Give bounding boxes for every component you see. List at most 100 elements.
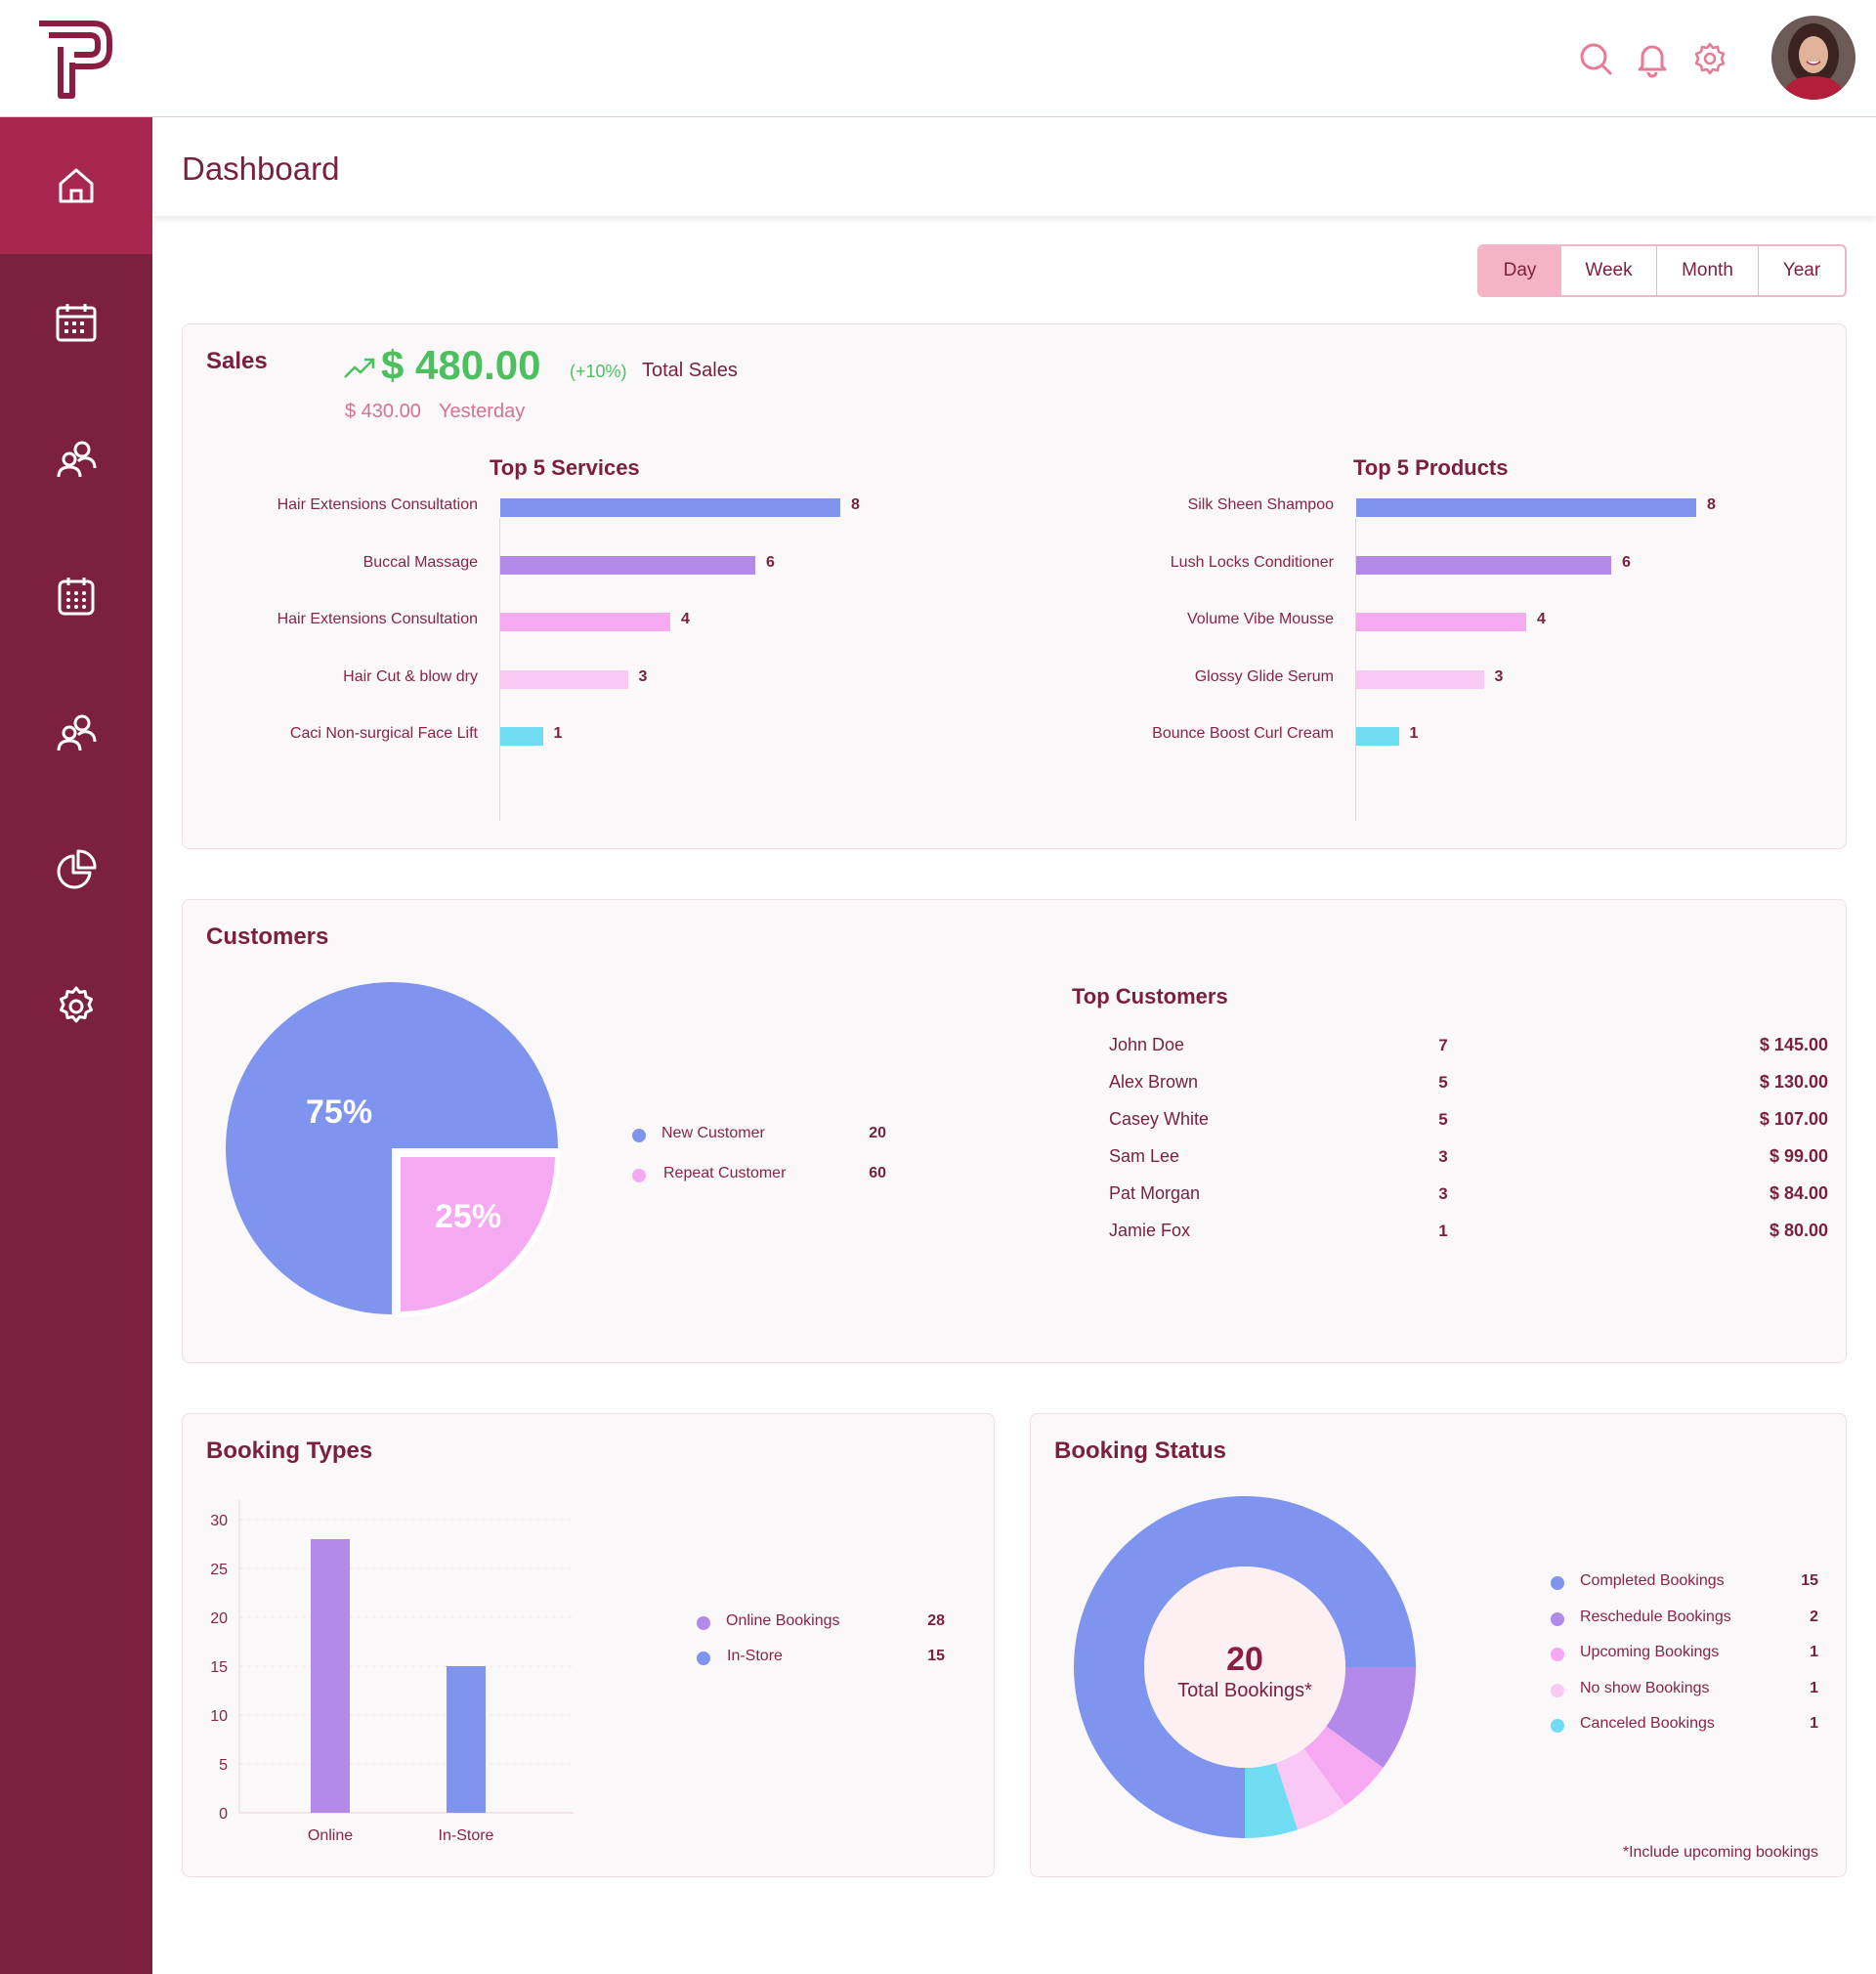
- y-tick-label: 20: [210, 1610, 228, 1627]
- customer-name: Alex Brown: [1109, 1072, 1199, 1092]
- y-tick-label: 5: [219, 1757, 228, 1774]
- legend-dot-instore: [697, 1652, 710, 1665]
- avatar[interactable]: [1771, 16, 1855, 100]
- tab-day[interactable]: Day: [1479, 246, 1561, 295]
- users-icon: [57, 714, 97, 751]
- legend-dot: [1551, 1576, 1564, 1590]
- booking-types-bar-chart: 0 5 10 15 20 25 30 Online In-Store: [210, 1500, 574, 1844]
- title-bar: Dashboard: [152, 117, 1876, 216]
- booking-type-bar: [311, 1539, 350, 1813]
- logo-icon[interactable]: [35, 20, 113, 100]
- customer-name: Sam Lee: [1109, 1146, 1180, 1166]
- y-tick-label: 30: [210, 1513, 228, 1529]
- y-tick-label: 25: [210, 1562, 228, 1578]
- legend-online-bookings: Online Bookings: [726, 1612, 840, 1629]
- customer-amount: $ 80.00: [1769, 1221, 1828, 1240]
- y-tick-label: 0: [219, 1806, 228, 1823]
- legend-dot: [1551, 1683, 1564, 1697]
- legend-status-label: Upcoming Bookings: [1580, 1644, 1720, 1660]
- product-bar-label: Lush Locks Conditioner: [1170, 553, 1334, 571]
- search-icon[interactable]: [1576, 39, 1615, 78]
- legend-status-value: 2: [1810, 1608, 1818, 1625]
- legend-status-value: 1: [1810, 1679, 1818, 1696]
- gear-icon: [60, 986, 93, 1023]
- legend-status-value: 15: [1801, 1572, 1818, 1589]
- customer-amount: $ 145.00: [1759, 1035, 1828, 1054]
- gear-icon[interactable]: [1690, 39, 1729, 78]
- customer-count: 3: [1438, 1184, 1448, 1203]
- customer-amount: $ 84.00: [1769, 1183, 1828, 1203]
- x-tick-label: In-Store: [439, 1827, 494, 1844]
- calendar-grid-icon: [58, 578, 95, 616]
- product-bar-value: 8: [1707, 496, 1716, 513]
- customer-count: 1: [1438, 1222, 1448, 1240]
- legend-instore: In-Store: [727, 1648, 783, 1664]
- pie-chart-icon: [57, 849, 97, 889]
- product-bar-value: 3: [1494, 667, 1504, 685]
- product-bar: [1356, 669, 1484, 689]
- sales-card: Sales $ 480.00 (+10%) Total Sales $ 430.…: [182, 323, 1847, 849]
- sidebar-item-bookings[interactable]: [0, 528, 152, 665]
- products-bar-chart: Silk Sheen Shampoo 8 Lush Locks Conditione…: [183, 324, 1848, 850]
- customer-count: 5: [1438, 1073, 1448, 1092]
- date-range-tabs: Day Week Month Year: [1477, 244, 1847, 297]
- product-bar: [1356, 727, 1399, 746]
- home-icon: [59, 168, 94, 203]
- product-bar-label: Silk Sheen Shampoo: [1187, 496, 1334, 513]
- top-bar: [0, 0, 1876, 117]
- y-tick-label: 10: [210, 1708, 228, 1725]
- page-title: Dashboard: [182, 150, 340, 187]
- product-bar-label: Volume Vibe Mousse: [1186, 611, 1334, 627]
- main-content: Dashboard Day Week Month Year Sales $ 48…: [152, 117, 1876, 1974]
- product-bar-value: 1: [1409, 725, 1419, 742]
- sidebar: [0, 117, 152, 1974]
- legend-dot-online: [697, 1616, 710, 1630]
- customer-count: 3: [1438, 1147, 1448, 1166]
- legend-status-value: 1: [1810, 1715, 1818, 1732]
- bell-icon[interactable]: [1633, 39, 1672, 78]
- booking-status-card: Booking Status 20 Total Bookings* Comple…: [1030, 1413, 1847, 1877]
- product-bar: [1356, 613, 1526, 631]
- customer-name: Pat Morgan: [1109, 1183, 1201, 1203]
- x-tick-label: Online: [308, 1827, 353, 1844]
- customer-name: John Doe: [1109, 1035, 1185, 1054]
- legend-status-label: Canceled Bookings: [1580, 1715, 1715, 1732]
- sidebar-item-customers[interactable]: [0, 391, 152, 528]
- customer-amount: $ 99.00: [1769, 1146, 1828, 1166]
- sidebar-item-calendar[interactable]: [0, 254, 152, 391]
- tab-week[interactable]: Week: [1561, 246, 1657, 295]
- legend-status-label: Reschedule Bookings: [1580, 1608, 1731, 1625]
- booking-types-card: Booking Types 0 5 10 15 20 25 30 Online In-Store…: [182, 1413, 995, 1877]
- customer-count: 7: [1438, 1036, 1448, 1054]
- tab-month[interactable]: Month: [1657, 246, 1759, 295]
- customers-card: Customers 75% 25% New Customer 20 Repeat…: [182, 899, 1847, 1363]
- tab-year[interactable]: Year: [1759, 246, 1845, 295]
- legend-status-label: No show Bookings: [1580, 1679, 1710, 1696]
- product-bar-label: Bounce Boost Curl Cream: [1152, 725, 1334, 742]
- product-bar: [1356, 498, 1696, 517]
- top-customers-table: John Doe 7 $ 145.00 Alex Brown 5 $ 130.00 Case…: [183, 900, 1848, 1364]
- customer-name: Casey White: [1109, 1109, 1210, 1129]
- legend-online-bookings-value: 28: [927, 1612, 945, 1629]
- product-bar: [1356, 555, 1611, 575]
- legend-dot: [1551, 1719, 1564, 1733]
- legend-dot: [1551, 1648, 1564, 1661]
- legend-instore-value: 15: [927, 1648, 945, 1664]
- customer-amount: $ 107.00: [1759, 1109, 1828, 1129]
- legend-status-label: Completed Bookings: [1580, 1572, 1725, 1589]
- sidebar-item-staff[interactable]: [0, 665, 152, 801]
- legend-status-value: 1: [1810, 1644, 1818, 1660]
- calendar-icon: [56, 304, 97, 342]
- users-icon: [57, 441, 97, 478]
- product-bar-value: 4: [1537, 611, 1546, 627]
- sidebar-item-settings[interactable]: [0, 938, 152, 1075]
- customer-name: Jamie Fox: [1109, 1221, 1191, 1240]
- customer-amount: $ 130.00: [1759, 1072, 1828, 1092]
- product-bar-value: 6: [1622, 553, 1631, 571]
- booking-status-legend: Completed Bookings 15 Reschedule Bookings 2…: [1031, 1414, 1848, 1878]
- sidebar-item-home[interactable]: [0, 117, 152, 254]
- booking-type-bar: [447, 1666, 486, 1813]
- customer-count: 5: [1438, 1110, 1448, 1129]
- product-bar-label: Glossy Glide Serum: [1194, 667, 1334, 685]
- sidebar-item-reports[interactable]: [0, 801, 152, 938]
